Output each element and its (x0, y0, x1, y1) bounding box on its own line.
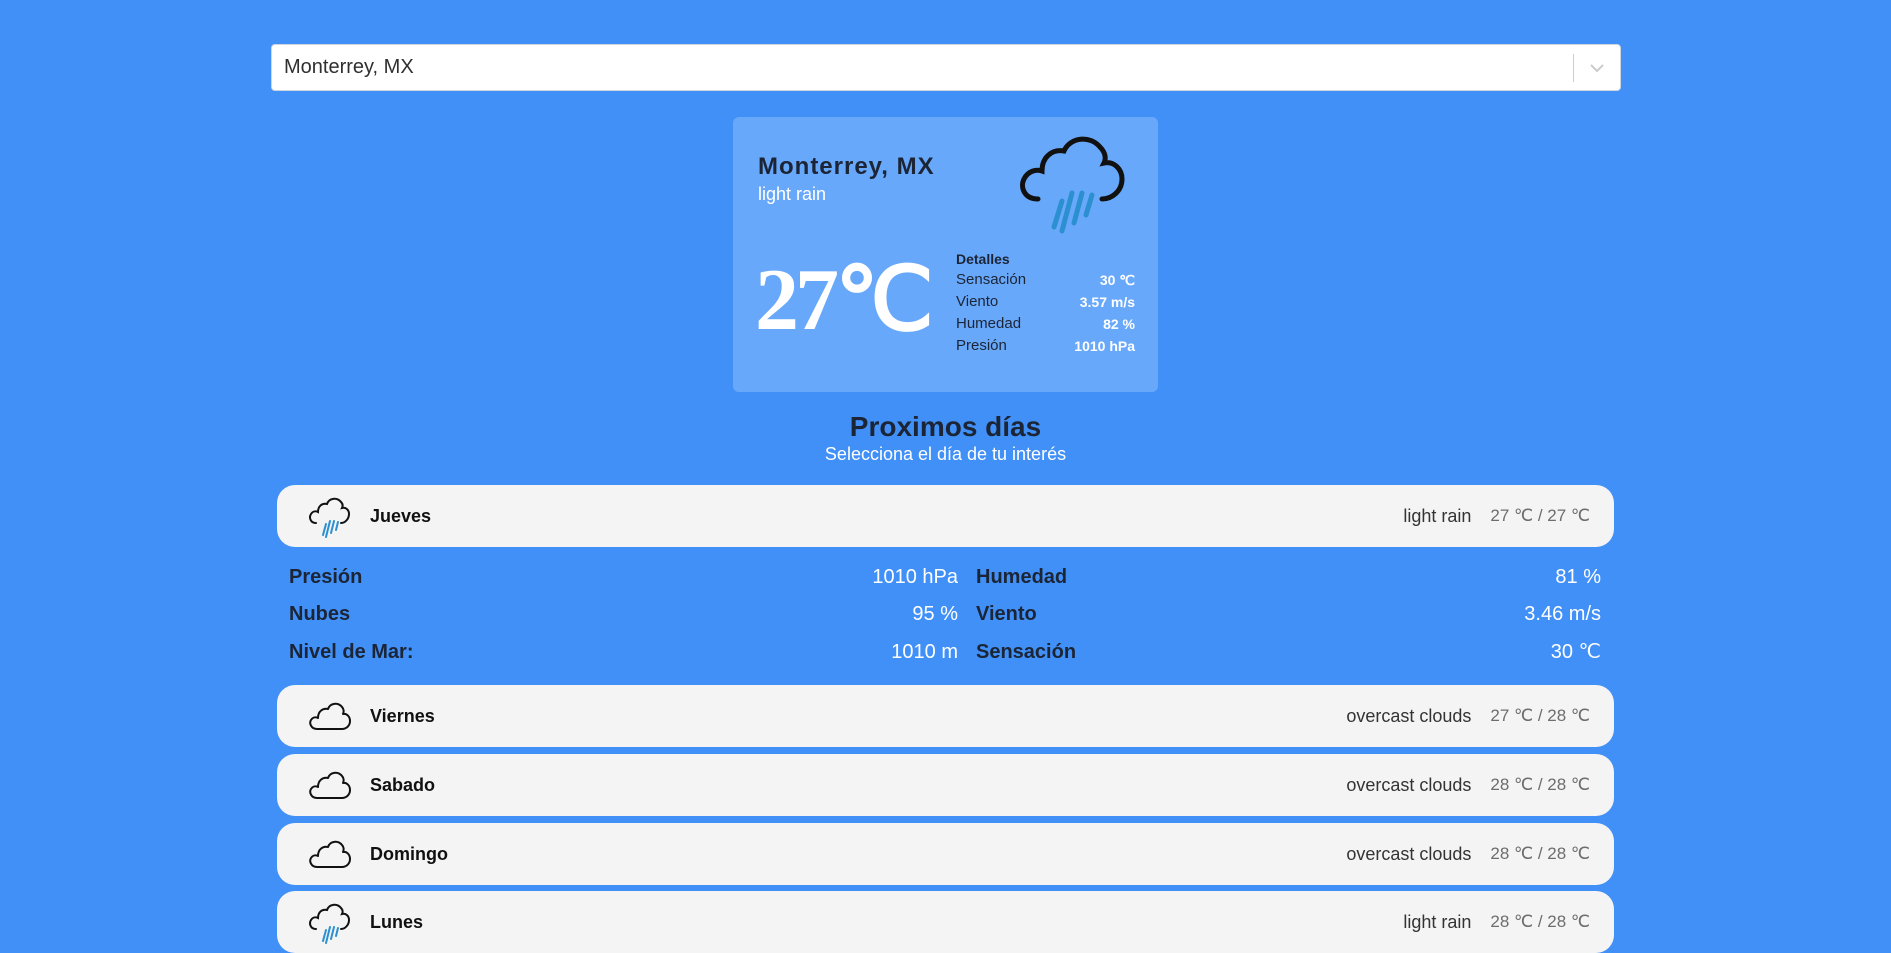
current-description: light rain (758, 184, 827, 204)
rain-cloud-icon (306, 899, 352, 945)
day-detail-value: 81 % (1555, 566, 1601, 588)
day-description: light rain (1403, 911, 1472, 932)
day-detail-value: 1010 m (891, 641, 958, 663)
day-description: overcast clouds (1346, 774, 1472, 795)
day-temp-range: 28 ℃ / 28 ℃ (1490, 912, 1590, 931)
day-detail-row: Presión 1010 hPa (289, 562, 958, 592)
forecast-title: Proximos días (849, 411, 1042, 442)
day-detail-label: Viento (976, 603, 1037, 625)
day-detail-label: Nubes (289, 603, 351, 625)
day-temp-range: 28 ℃ / 28 ℃ (1490, 775, 1590, 794)
detail-value: 1010 hPa (1074, 338, 1135, 354)
day-detail-label: Humedad (976, 566, 1068, 588)
forecast-day-item[interactable]: Domingo overcast clouds 28 ℃ / 28 ℃ (277, 823, 1614, 885)
day-detail-row: Nivel de Mar: 1010 m (289, 637, 958, 667)
day-name: Lunes (370, 911, 424, 932)
forecast-day-item[interactable]: Sabado overcast clouds 28 ℃ / 28 ℃ (277, 754, 1614, 816)
detail-label: Humedad (956, 315, 1022, 332)
day-temp-range: 28 ℃ / 28 ℃ (1490, 844, 1590, 863)
day-detail-label: Sensación (976, 641, 1077, 663)
detail-row: Sensación 30 ℃ (956, 269, 1135, 291)
detail-value: 3.57 m/s (1079, 294, 1135, 310)
cloud-icon (306, 831, 352, 877)
forecast-day-item[interactable]: Lunes light rain 28 ℃ / 28 ℃ (277, 891, 1614, 953)
day-detail-value: 30 ℃ (1550, 641, 1601, 663)
day-detail-value: 1010 hPa (872, 566, 958, 588)
day-detail-row: Viento 3.46 m/s (976, 599, 1601, 629)
chevron-down-icon[interactable] (1574, 45, 1620, 90)
day-description: light rain (1403, 505, 1472, 526)
day-description: overcast clouds (1346, 843, 1472, 864)
day-temp-range: 27 ℃ / 28 ℃ (1490, 706, 1590, 725)
cloud-icon (306, 693, 352, 739)
cloud-icon (306, 762, 352, 808)
details-title: Detalles (956, 251, 1010, 267)
day-name: Sabado (370, 774, 436, 795)
forecast-day-item[interactable]: Viernes overcast clouds 27 ℃ / 28 ℃ (277, 685, 1614, 747)
detail-value: 30 ℃ (1099, 272, 1135, 288)
day-detail-row: Nubes 95 % (289, 599, 958, 629)
forecast-subtitle: Selecciona el día de tu interés (824, 444, 1067, 464)
current-details: Detalles Sensación 30 ℃ Viento 3.57 m/s … (956, 249, 1135, 357)
forecast-day-item[interactable]: Jueves light rain 27 ℃ / 27 ℃ (277, 485, 1614, 547)
day-detail-row: Humedad 81 % (976, 562, 1601, 592)
current-weather-card: Monterrey, MX light rain 27℃ Detalles Se… (733, 117, 1158, 392)
day-name: Domingo (370, 843, 448, 864)
detail-label: Sensación (956, 271, 1027, 288)
city-select[interactable] (271, 44, 1621, 91)
day-description: overcast clouds (1346, 705, 1472, 726)
detail-row: Viento 3.57 m/s (956, 291, 1135, 313)
rain-cloud-icon (1014, 127, 1130, 237)
current-temperature: 27℃ (755, 252, 934, 349)
day-detail-value: 95 % (912, 603, 958, 625)
day-detail-label: Presión (289, 566, 363, 588)
current-city: Monterrey, MX (758, 153, 935, 180)
detail-label: Presión (956, 337, 1007, 354)
city-search-input[interactable] (272, 45, 1573, 90)
rain-cloud-icon (306, 493, 352, 539)
day-name: Jueves (370, 505, 432, 526)
day-detail-value: 3.46 m/s (1524, 603, 1601, 625)
day-temp-range: 27 ℃ / 27 ℃ (1490, 506, 1590, 525)
detail-row: Presión 1010 hPa (956, 335, 1135, 357)
detail-value: 82 % (1103, 316, 1135, 332)
day-detail-row: Sensación 30 ℃ (976, 637, 1601, 667)
day-name: Viernes (370, 705, 435, 726)
detail-row: Humedad 82 % (956, 313, 1135, 335)
detail-label: Viento (956, 293, 999, 310)
day-detail-label: Nivel de Mar: (289, 641, 414, 663)
